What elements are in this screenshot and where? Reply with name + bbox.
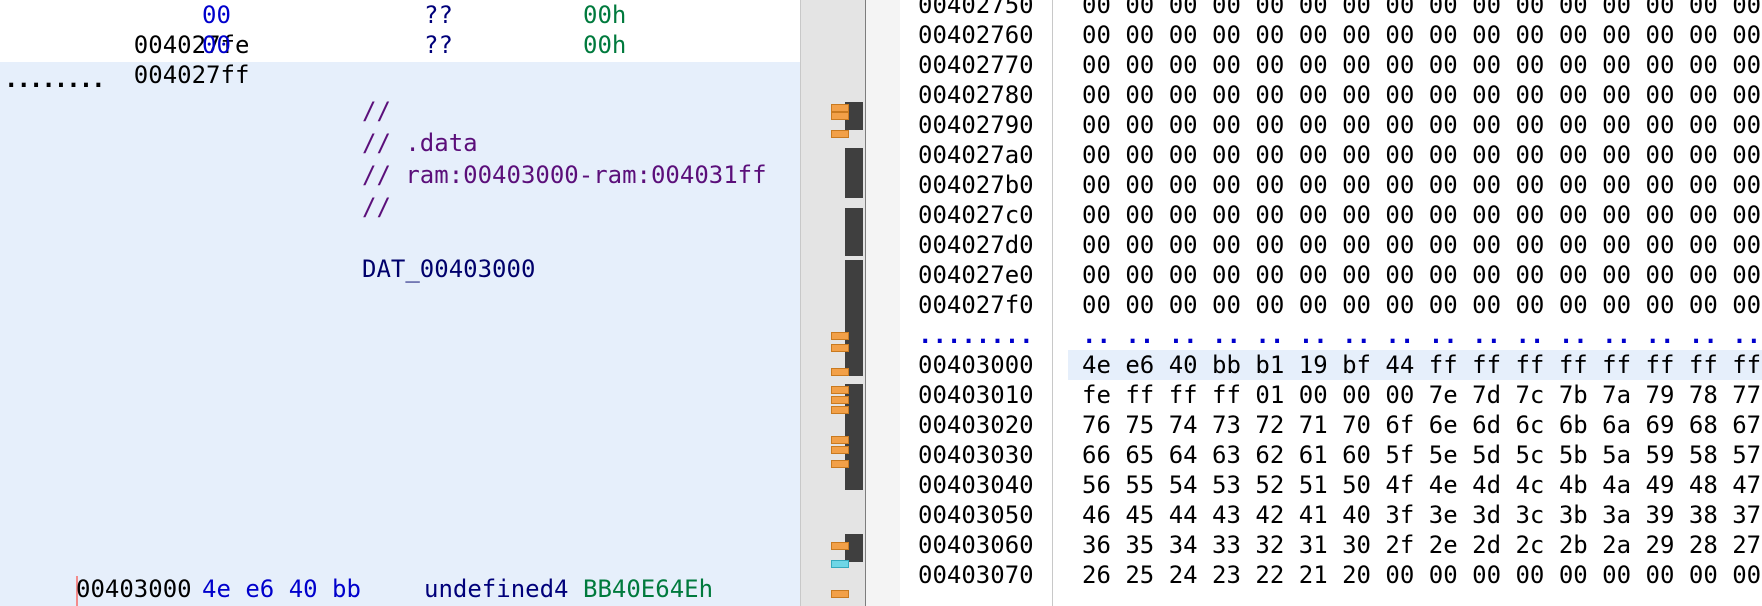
- block-separator: ........: [4, 65, 106, 93]
- hex-row[interactable]: 004027c0 00 00 00 00 00 00 00 00 00 00 00…: [900, 200, 1762, 230]
- hex-address: 004027d0: [918, 231, 1034, 259]
- hex-row[interactable]: 00402790 00 00 00 00 00 00 00 00 00 00 00…: [900, 110, 1762, 140]
- hex-address: 00402770: [918, 51, 1034, 79]
- hex-bytes[interactable]: 4e e6 40 bb b1 19 bf 44 ff ff ff ff ff f…: [1082, 350, 1761, 380]
- hex-bytes[interactable]: 00 00 00 00 00 00 00 00 00 00 00 00 00 0…: [1082, 20, 1761, 50]
- hex-row[interactable]: 00403010 fe ff ff ff 01 00 00 00 7e 7d 7c…: [900, 380, 1762, 410]
- hex-bytes[interactable]: 76 75 74 73 72 71 70 6f 6e 6d 6c 6b 6a 6…: [1082, 410, 1761, 440]
- hex-bytes[interactable]: fe ff ff ff 01 00 00 00 7e 7d 7c 7b 7a 7…: [1082, 380, 1761, 410]
- hex-view[interactable]: 00402750 00 00 00 00 00 00 00 00 00 00 00…: [900, 0, 1762, 606]
- bookmark-marker[interactable]: [831, 130, 849, 138]
- hex-address: 004027c0: [918, 201, 1034, 229]
- hex-address: 004027b0: [918, 171, 1034, 199]
- section-comment: //: [362, 193, 391, 221]
- hex-row[interactable]: 00403050 46 45 44 43 42 41 40 3f 3e 3d 3c…: [900, 500, 1762, 530]
- hex-address: 004027e0: [918, 261, 1034, 289]
- bookmark-marker[interactable]: [831, 406, 849, 414]
- hex-bytes[interactable]: 46 45 44 43 42 41 40 3f 3e 3d 3c 3b 3a 3…: [1082, 500, 1761, 530]
- bookmark-marker[interactable]: [831, 542, 849, 550]
- hex-address: 00403050: [918, 501, 1034, 529]
- listing-mnemonic: ??: [424, 1, 453, 29]
- overview-block: [845, 208, 863, 256]
- hex-address: 004027a0: [918, 141, 1034, 169]
- hex-bytes[interactable]: 26 25 24 23 22 21 20 00 00 00 00 00 00 0…: [1082, 560, 1761, 590]
- hex-row[interactable]: 004027d0 00 00 00 00 00 00 00 00 00 00 00…: [900, 230, 1762, 260]
- hex-row[interactable]: 00403000 4e e6 40 bb b1 19 bf 44 ff ff ff…: [900, 350, 1762, 380]
- hex-bytes[interactable]: 00 00 00 00 00 00 00 00 00 00 00 00 00 0…: [1082, 0, 1761, 20]
- listing-bytes: 00: [202, 1, 231, 29]
- bookmark-marker[interactable]: [831, 344, 849, 352]
- hex-bytes[interactable]: 00 00 00 00 00 00 00 00 00 00 00 00 00 0…: [1082, 50, 1761, 80]
- hex-address: 00402790: [918, 111, 1034, 139]
- hex-row[interactable]: 00402780 00 00 00 00 00 00 00 00 00 00 00…: [900, 80, 1762, 110]
- hex-address: 004027f0: [918, 291, 1034, 319]
- overview-block: [845, 148, 863, 198]
- hex-address: 00403030: [918, 441, 1034, 469]
- hex-bytes[interactable]: 36 35 34 33 32 31 30 2f 2e 2d 2c 2b 2a 2…: [1082, 530, 1761, 560]
- listing-operand: 00h: [583, 1, 627, 29]
- hex-bytes[interactable]: 00 00 00 00 00 00 00 00 00 00 00 00 00 0…: [1082, 170, 1761, 200]
- bookmark-marker[interactable]: [831, 368, 849, 376]
- hex-address: 00402780: [918, 81, 1034, 109]
- scroll-gutter: [866, 0, 901, 606]
- hex-row[interactable]: 004027a0 00 00 00 00 00 00 00 00 00 00 00…: [900, 140, 1762, 170]
- hex-address: 00403010: [918, 381, 1034, 409]
- bookmark-marker[interactable]: [831, 436, 849, 444]
- listing-mnemonic[interactable]: undefined4: [424, 574, 569, 604]
- bookmark-marker[interactable]: [831, 396, 849, 404]
- bookmark-marker[interactable]: [831, 460, 849, 468]
- bookmark-marker[interactable]: [831, 386, 849, 394]
- hex-address: 00403000: [918, 351, 1034, 379]
- hex-address: 00403020: [918, 411, 1034, 439]
- hex-row[interactable]: ........ .. .. .. .. .. .. .. .. .. .. ..…: [900, 320, 1762, 350]
- bookmark-marker[interactable]: [831, 446, 849, 454]
- hex-bytes[interactable]: 66 65 64 63 62 61 60 5f 5e 5d 5c 5b 5a 5…: [1082, 440, 1761, 470]
- listing-operand: BB40E64Eh: [583, 575, 714, 603]
- hex-row[interactable]: 00403060 36 35 34 33 32 31 30 2f 2e 2d 2c…: [900, 530, 1762, 560]
- hex-row[interactable]: 00402760 00 00 00 00 00 00 00 00 00 00 00…: [900, 20, 1762, 50]
- hex-row[interactable]: 004027b0 00 00 00 00 00 00 00 00 00 00 00…: [900, 170, 1762, 200]
- hex-bytes[interactable]: 00 00 00 00 00 00 00 00 00 00 00 00 00 0…: [1082, 260, 1761, 290]
- hex-address: ........: [918, 321, 1034, 349]
- section-comment: // .data: [362, 129, 478, 157]
- overview-strip[interactable]: [800, 0, 867, 606]
- cursor-location-marker[interactable]: [831, 560, 849, 568]
- bookmark-marker[interactable]: [831, 590, 849, 598]
- hex-address: 00402750: [918, 0, 1034, 19]
- hex-row[interactable]: 00402750 00 00 00 00 00 00 00 00 00 00 00…: [900, 0, 1762, 20]
- listing-bytes: 00: [202, 31, 231, 59]
- hex-bytes[interactable]: 56 55 54 53 52 51 50 4f 4e 4d 4c 4b 4a 4…: [1082, 470, 1761, 500]
- hex-address: 00403060: [918, 531, 1034, 559]
- hex-row[interactable]: 00403030 66 65 64 63 62 61 60 5f 5e 5d 5c…: [900, 440, 1762, 470]
- section-comment: //: [362, 97, 391, 125]
- data-label[interactable]: DAT_00403000: [362, 254, 535, 284]
- hex-row[interactable]: 004027e0 00 00 00 00 00 00 00 00 00 00 00…: [900, 260, 1762, 290]
- bookmark-marker[interactable]: [831, 104, 849, 112]
- bookmark-marker[interactable]: [831, 332, 849, 340]
- hex-bytes[interactable]: 00 00 00 00 00 00 00 00 00 00 00 00 00 0…: [1082, 140, 1761, 170]
- hex-bytes[interactable]: 00 00 00 00 00 00 00 00 00 00 00 00 00 0…: [1082, 80, 1761, 110]
- hex-row[interactable]: 00403040 56 55 54 53 52 51 50 4f 4e 4d 4c…: [900, 470, 1762, 500]
- overview-block: [845, 260, 863, 376]
- hex-row[interactable]: 00403020 76 75 74 73 72 71 70 6f 6e 6d 6c…: [900, 410, 1762, 440]
- hex-row[interactable]: 00403070 26 25 24 23 22 21 20 00 00 00 00…: [900, 560, 1762, 590]
- hex-bytes[interactable]: 00 00 00 00 00 00 00 00 00 00 00 00 00 0…: [1082, 230, 1761, 260]
- bookmark-marker[interactable]: [831, 112, 849, 120]
- hex-address: 00403070: [918, 561, 1034, 589]
- listing-address[interactable]: 00403000: [76, 574, 192, 604]
- hex-bytes[interactable]: .. .. .. .. .. .. .. .. .. .. .. .. .. .…: [1082, 320, 1761, 350]
- section-comment: // ram:00403000-ram:004031ff: [362, 161, 767, 189]
- hex-bytes[interactable]: 00 00 00 00 00 00 00 00 00 00 00 00 00 0…: [1082, 110, 1761, 140]
- hex-bytes[interactable]: 00 00 00 00 00 00 00 00 00 00 00 00 00 0…: [1082, 200, 1761, 230]
- listing-operand: 00h: [583, 31, 627, 59]
- hex-row[interactable]: 004027f0 00 00 00 00 00 00 00 00 00 00 00…: [900, 290, 1762, 320]
- hex-row[interactable]: 00402770 00 00 00 00 00 00 00 00 00 00 00…: [900, 50, 1762, 80]
- listing-bytes: 4e e6 40 bb: [202, 575, 361, 603]
- hex-address: 00403040: [918, 471, 1034, 499]
- listing-address: 004027ff: [133, 61, 250, 89]
- hex-address: 00402760: [918, 21, 1034, 49]
- listing-view[interactable]: 004027fe 00 ?? 00h 004027ff 00 ?? 00h ..…: [0, 0, 800, 606]
- hex-bytes[interactable]: 00 00 00 00 00 00 00 00 00 00 00 00 00 0…: [1082, 290, 1761, 320]
- listing-mnemonic: ??: [424, 31, 453, 59]
